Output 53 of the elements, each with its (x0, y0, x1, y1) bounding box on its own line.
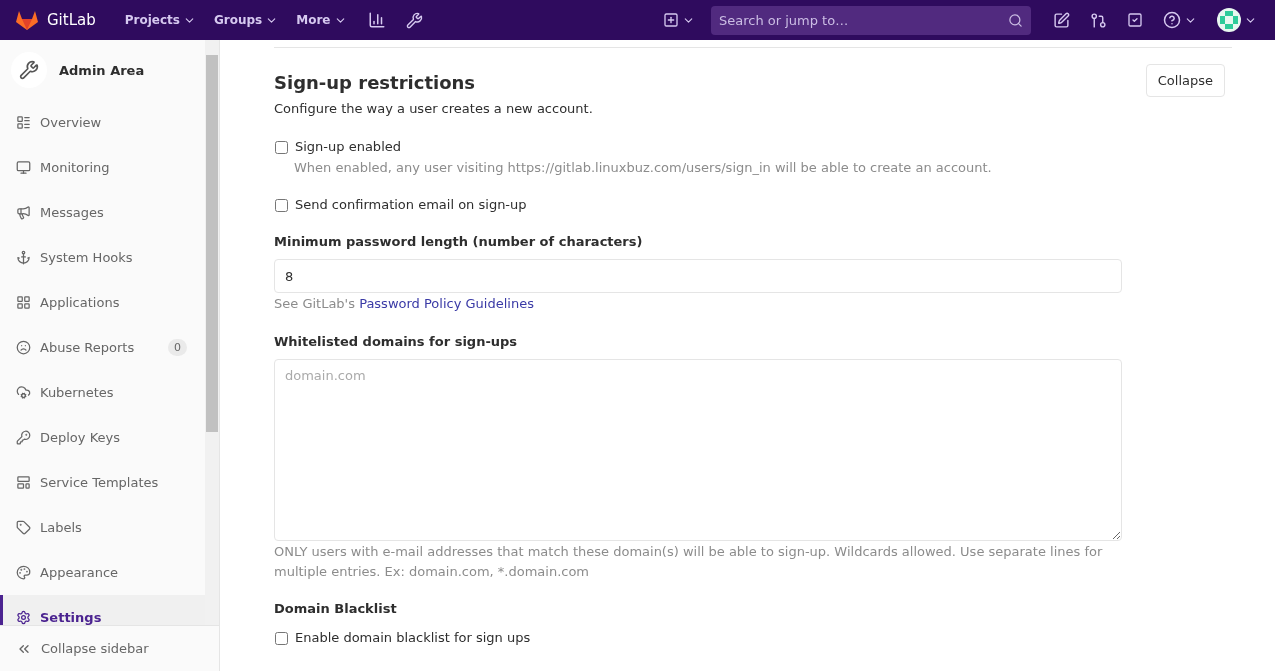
tag-icon (16, 520, 31, 535)
wrench-icon (11, 52, 47, 88)
section-description: Configure the way a user creates a new account. (274, 101, 594, 116)
section-title: Sign-up restrictions (274, 72, 476, 93)
sidebar-item[interactable]: Abuse Reports 0 (0, 325, 205, 370)
sidebar-item[interactable]: System Hooks (0, 235, 205, 280)
nav-menu[interactable]: Groups (206, 13, 286, 27)
policy-link[interactable]: Password Policy Guidelines (359, 296, 534, 311)
checkbox[interactable] (275, 198, 288, 212)
field-label: Minimum password length (number of characters) (274, 233, 644, 251)
megaphone-icon (16, 205, 31, 220)
help-text: When enabled, any user visiting https://gitlab.linuxbuz.com/users/sign_in will be able to create an account. (294, 159, 993, 177)
checkbox-label: Sign-up enabled (274, 138, 1122, 156)
input-field[interactable]: 8 (274, 259, 1122, 293)
sidebar-item[interactable]: Kubernetes (0, 370, 205, 415)
collapse-button[interactable]: Collapse (1145, 64, 1225, 97)
anchor-icon (16, 250, 31, 265)
fox-logo-icon[interactable] (15, 9, 39, 31)
checkbox-label: Send confirmation email on sign-up (274, 196, 1122, 214)
checkbox[interactable] (275, 140, 288, 154)
key-icon (16, 430, 31, 445)
checkbox-label: Enable domain blacklist for sign ups (274, 629, 1122, 647)
sad-face-icon (16, 340, 31, 355)
domains-field[interactable]: domain.com (274, 359, 1122, 541)
sidebar-item[interactable]: Overview (0, 100, 205, 145)
checkbox[interactable] (275, 631, 288, 645)
nav-menu[interactable]: More (289, 13, 354, 27)
scrollbar[interactable] (205, 40, 219, 625)
list-icon (16, 115, 31, 130)
sidebar-item[interactable]: Messages (0, 190, 205, 235)
settings-icon (16, 610, 31, 625)
field-label: Whitelisted domains for sign-ups (274, 333, 519, 351)
field-label: Domain Blacklist (274, 600, 398, 618)
nav-menu[interactable]: Projects (117, 13, 203, 27)
grid-icon (16, 295, 31, 310)
sidebar-item[interactable]: Labels (0, 505, 205, 550)
search-icon[interactable] (1008, 12, 1023, 28)
layout-icon (16, 475, 31, 490)
count-badge: 0 (168, 339, 187, 356)
sidebar-item[interactable]: Monitoring (0, 145, 205, 190)
sidebar-item[interactable]: Settings (0, 595, 205, 625)
sidebar-item[interactable]: Deploy Keys (0, 415, 205, 460)
sidebar-item[interactable]: Service Templates (0, 460, 205, 505)
help-text: ONLY users with e-mail addresses that match these domain(s) will be able to sign-up. Wildcards allowed. Use separate lines for multiple entries. Ex: domain.com, *.domain.com (274, 543, 1104, 581)
sidebar-item[interactable]: Appearance (0, 550, 205, 595)
sidebar-item[interactable]: Applications (0, 280, 205, 325)
cloud-icon (16, 385, 31, 400)
search-field[interactable]: Search or jump to… (711, 5, 1031, 35)
help-text: See GitLab's Password Policy Guidelines (274, 295, 535, 313)
brand-name[interactable]: GitLab (47, 11, 96, 29)
palette-icon (16, 565, 31, 580)
monitor-icon (16, 160, 31, 175)
sidebar-title: Admin Area (59, 62, 145, 78)
